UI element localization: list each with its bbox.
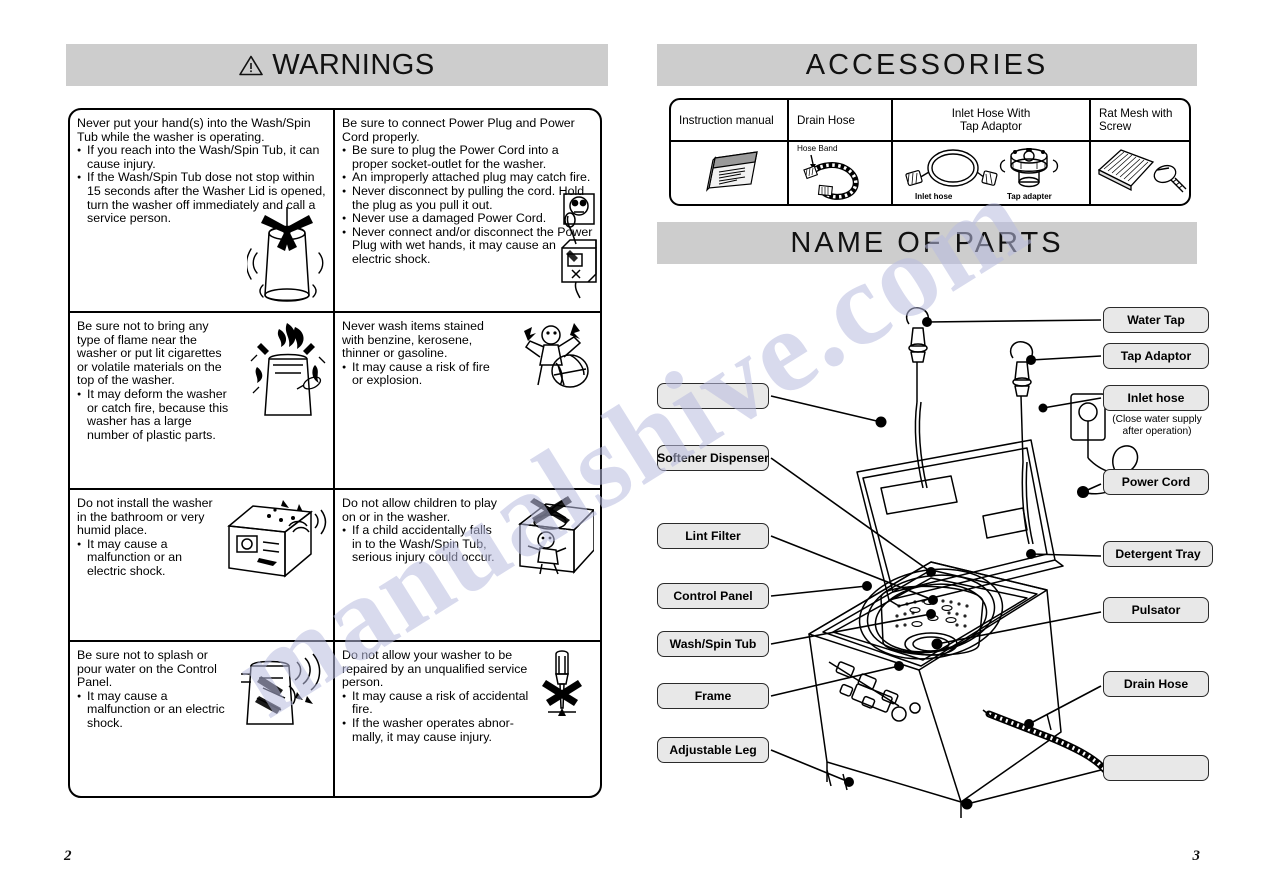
warning-heading: Be sure not to bring any type of flame n… xyxy=(77,319,222,388)
accessories-header-rat-mesh: Rat Mesh with Screw xyxy=(1091,100,1189,140)
warning-bullet: It may cause a risk of fire or explosion… xyxy=(342,360,498,388)
warning-cell-solvent-stained-items: Never wash items stained with benzine, k… xyxy=(335,313,600,490)
inlet-hose-note: (Close water supply after operation) xyxy=(1097,414,1217,438)
warning-bullet: If the Wash/Spin Tub dose not stop withi… xyxy=(77,170,327,225)
callout-drain-hose[interactable]: Drain Hose xyxy=(1103,671,1209,697)
warning-heading: Do not allow your washer to be repaired … xyxy=(342,648,528,690)
warning-cell-water-on-control-panel: Be sure not to splash or pour water on t… xyxy=(70,642,335,796)
accessories-header-inlet-hose: Inlet Hose With Tap Adaptor xyxy=(893,100,1091,140)
explosion-figure-icon xyxy=(518,319,596,391)
accessories-header-row: Instruction manual Drain Hose Inlet Hose… xyxy=(671,100,1189,142)
accessories-cell-instruction-manual xyxy=(671,142,789,204)
accessories-header-label: Rat Mesh with Screw xyxy=(1091,107,1189,133)
warning-heading: Be sure not to splash or pour water on t… xyxy=(77,648,217,690)
callout-inlet-hose[interactable]: Inlet hose xyxy=(1103,385,1209,411)
left-page: WARNINGS Never put your hand(s) into the… xyxy=(0,0,631,893)
warning-bullets: Be sure to plug the Power Cord into a pr… xyxy=(342,143,594,267)
callout-frame[interactable]: Frame xyxy=(657,683,769,709)
callout-tap-adaptor[interactable]: Tap Adaptor xyxy=(1103,343,1209,369)
inlet-hose-note-line2: after operation) xyxy=(1122,426,1192,437)
callout-detergent-tray[interactable]: Detergent Tray xyxy=(1103,541,1213,567)
warning-bullet: If you reach into the Wash/Spin Tub, it … xyxy=(77,143,327,171)
warning-bullets: It may cause a malfunction or an electri… xyxy=(77,537,222,579)
accessories-header-drain-hose: Drain Hose xyxy=(789,100,893,140)
callout-power-cord[interactable]: Power Cord xyxy=(1103,469,1209,495)
warning-bullet: It may cause a malfunction or an electri… xyxy=(77,537,222,579)
warning-bullets: It may cause a malfunction or an electri… xyxy=(77,689,232,731)
accessories-header-instruction-manual: Instruction manual xyxy=(671,100,789,140)
callout-lint-filter[interactable]: Lint Filter xyxy=(657,523,769,549)
accessories-header-label: Inlet Hose With Tap Adaptor xyxy=(893,107,1089,133)
warning-bullet: Never connect and/or disconnect the Powe… xyxy=(342,225,594,267)
burning-washer-icon xyxy=(249,321,327,423)
accessories-table: Instruction manual Drain Hose Inlet Hose… xyxy=(669,98,1191,206)
warning-bullet: It may deform the washer or catch fire, … xyxy=(77,387,232,442)
page-number-right: 3 xyxy=(1192,848,1201,864)
warning-triangle-icon xyxy=(239,51,264,75)
child-falling-icon xyxy=(506,496,594,578)
warnings-section-header: WARNINGS xyxy=(66,44,608,86)
callout-wash-spin-tub[interactable]: Wash/Spin Tub xyxy=(657,631,769,657)
warning-bullet: Never disconnect by pulling the cord. Ho… xyxy=(342,184,594,212)
warning-cell-flame-near-washer: Be sure not to bring any type of flame n… xyxy=(70,313,335,490)
callout-blank-top-left[interactable] xyxy=(657,383,769,409)
callout-adjustable-leg[interactable]: Adjustable Leg xyxy=(657,737,769,763)
accessories-header-line2: Tap Adaptor xyxy=(960,120,1022,133)
warning-heading: Do not allow children to play on or in t… xyxy=(342,496,497,524)
no-screwdriver-icon xyxy=(538,650,586,722)
drain-hose-icon: Hose Band xyxy=(789,142,891,204)
warning-bullet: It may cause a malfunction or an electri… xyxy=(77,689,232,731)
accessories-header-line2: Screw xyxy=(1099,120,1132,133)
warning-cell-power-plug-cord: Be sure to connect Power Plug and Power … xyxy=(335,110,600,313)
warning-heading: Be sure to connect Power Plug and Power … xyxy=(342,116,575,144)
callout-softener-dispenser[interactable]: Softener Dispenser xyxy=(657,445,769,471)
warning-cell-children-play: Do not allow children to play on or in t… xyxy=(335,490,600,642)
page-number-left: 2 xyxy=(64,848,72,864)
warnings-table: Never put your hand(s) into the Wash/Spi… xyxy=(68,108,602,798)
accessories-header-label: Drain Hose xyxy=(797,113,855,127)
accessories-header-label: Instruction manual xyxy=(679,113,774,127)
accessories-section-header: ACCESSORIES xyxy=(657,44,1197,86)
warning-bullets: It may cause a risk of accidental fire. … xyxy=(342,689,528,744)
warning-bullets: It may cause a risk of fire or explosion… xyxy=(342,360,498,388)
warning-heading: Never put your hand(s) into the Wash/Spi… xyxy=(77,116,311,144)
instruction-manual-icon xyxy=(671,142,787,204)
warning-bullets: If you reach into the Wash/Spin Tub, it … xyxy=(77,143,327,226)
warning-cell-bathroom-humid-install: Do not install the washer in the bathroo… xyxy=(70,490,335,642)
name-of-parts-title: NAME OF PARTS xyxy=(790,226,1064,259)
accessories-cell-drain-hose: Hose Band xyxy=(789,142,893,204)
warning-bullet: It may cause a risk of accidental fire. xyxy=(342,689,528,717)
rat-mesh-screw-icon xyxy=(1091,142,1189,204)
callout-control-panel[interactable]: Control Panel xyxy=(657,583,769,609)
accessories-header-line1: Rat Mesh with xyxy=(1099,107,1173,120)
warning-bullet: Be sure to plug the Power Cord into a pr… xyxy=(342,143,594,171)
accessories-cell-rat-mesh-screw xyxy=(1091,142,1189,204)
warning-bullet: An improperly attached plug may catch fi… xyxy=(342,170,594,185)
humid-room-washer-icon xyxy=(223,496,329,580)
callout-blank-bottom-right[interactable] xyxy=(1103,755,1209,781)
inlet-hose-tap-adaptor-icon: Inlet hose Tap adapter xyxy=(893,142,1089,204)
warning-bullet: Never use a damaged Power Cord. xyxy=(342,211,594,226)
accessories-header-line1: Inlet Hose With xyxy=(951,107,1031,120)
inlet-hose-note-line1: (Close water supply xyxy=(1112,414,1202,425)
accessories-cell-inlet-hose-tap-adaptor: Inlet hose Tap adapter xyxy=(893,142,1091,204)
callout-water-tap[interactable]: Water Tap xyxy=(1103,307,1209,333)
warning-bullet: If the washer operates abnor-mally, it m… xyxy=(342,716,528,744)
warning-bullets: If a child accidentally falls in to the … xyxy=(342,523,498,565)
warnings-title: WARNINGS xyxy=(272,48,435,81)
warning-bullet: If a child accidentally falls in to the … xyxy=(342,523,498,565)
warning-cell-unqualified-repair: Do not allow your washer to be repaired … xyxy=(335,642,600,796)
accessories-title: ACCESSORIES xyxy=(805,48,1049,81)
name-of-parts-diagram: Softener Dispenser Lint Filter Control P… xyxy=(631,262,1262,822)
warning-heading: Do not install the washer in the bathroo… xyxy=(77,496,213,538)
warning-heading: Never wash items stained with benzine, k… xyxy=(342,319,484,361)
warning-bullets: It may deform the washer or catch fire, … xyxy=(77,387,232,442)
warning-cell-hand-into-tub: Never put your hand(s) into the Wash/Spi… xyxy=(70,110,335,313)
callout-pulsator[interactable]: Pulsator xyxy=(1103,597,1209,623)
name-of-parts-section-header: NAME OF PARTS xyxy=(657,222,1197,264)
accessories-art-row: Hose Band Inlet hose Tap adapter xyxy=(671,142,1189,204)
splashing-water-icon xyxy=(237,652,323,734)
warnings-title-wrap: WARNINGS xyxy=(239,49,434,82)
